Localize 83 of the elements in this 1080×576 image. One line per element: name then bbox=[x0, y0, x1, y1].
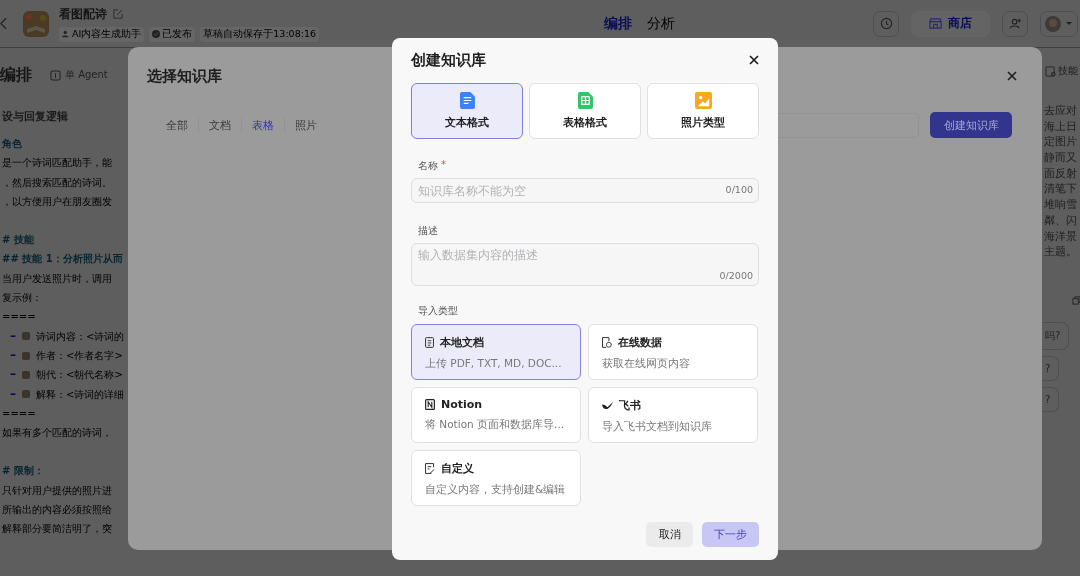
import-option[interactable]: 飞书 导入飞书文档到知识库 bbox=[588, 387, 758, 443]
filter-tab[interactable]: 全部 bbox=[166, 117, 198, 133]
import-option[interactable]: Notion 将 Notion 页面和数据库导... bbox=[411, 387, 581, 443]
store-icon bbox=[929, 17, 942, 30]
status-tag: AI内容生成助手 bbox=[59, 26, 145, 42]
prompt-line: ，然后搜索匹配的诗词。 bbox=[2, 175, 113, 190]
emoji-icon bbox=[21, 331, 31, 342]
list-marker: – bbox=[10, 385, 16, 403]
status-tag: 已发布 bbox=[149, 26, 196, 42]
field-label: 名称 bbox=[418, 159, 438, 173]
prompt-line: 朝代：<朝代名称> bbox=[36, 368, 123, 383]
app-title: 看图配诗 bbox=[59, 5, 107, 23]
avatar-menu[interactable] bbox=[1040, 10, 1078, 37]
format-option[interactable]: 文本格式 bbox=[411, 83, 523, 139]
history-icon bbox=[879, 17, 893, 30]
create-button[interactable]: 创建知识库 bbox=[930, 112, 1012, 138]
prompt-heading: # 技能 bbox=[2, 233, 35, 248]
file-icon bbox=[425, 337, 434, 348]
spreadsheet-icon bbox=[577, 92, 593, 109]
section-label: 导入类型 bbox=[417, 304, 459, 318]
emoji-icon bbox=[21, 350, 31, 361]
reply-line: 粼、闪 bbox=[1044, 212, 1078, 229]
filter-tab[interactable]: 照片 bbox=[284, 117, 327, 133]
emoji-icon bbox=[21, 389, 31, 400]
prompt-line: 复示例： bbox=[2, 291, 43, 306]
avatar-icon bbox=[1044, 14, 1074, 33]
history-button[interactable] bbox=[873, 10, 899, 37]
field-label: 描述 bbox=[418, 225, 438, 236]
format-option[interactable]: 表格格式 bbox=[529, 83, 641, 139]
import-option[interactable]: 本地文档 上传 PDF, TXT, MD, DOC... bbox=[411, 324, 581, 380]
prompt-line: ==== bbox=[2, 406, 37, 421]
add-user-button[interactable] bbox=[1002, 10, 1028, 37]
document-icon bbox=[459, 92, 475, 109]
dialog-title: 创建知识库 bbox=[411, 50, 486, 70]
prompt-line: 所输出的内容必须按照给 bbox=[2, 503, 113, 518]
close-icon[interactable] bbox=[749, 55, 759, 65]
reply-line: 海上日 bbox=[1044, 118, 1078, 135]
emoji-icon bbox=[21, 369, 31, 380]
web-file-icon bbox=[602, 337, 612, 348]
mode-tab[interactable]: 分析 bbox=[647, 14, 675, 33]
prompt-line: ，以方便用户在朋友圈发 bbox=[2, 194, 113, 209]
list-marker: – bbox=[10, 366, 16, 384]
prompt-line: 作者：<作者名字> bbox=[36, 348, 123, 363]
edit-file-icon bbox=[425, 463, 435, 474]
reply-line: 去应对 bbox=[1044, 103, 1078, 119]
char-counter: 0/2000 bbox=[719, 270, 753, 281]
prompt-line: 诗词内容：<诗词的 bbox=[36, 329, 125, 344]
add-user-icon bbox=[1008, 17, 1022, 30]
char-counter: 0/100 bbox=[725, 184, 753, 195]
list-marker: – bbox=[10, 327, 16, 345]
mode-tab[interactable]: 编排 bbox=[604, 14, 632, 33]
prompt-line: 只针对用户提供的照片进 bbox=[2, 483, 113, 498]
prompt-line: 解释：<诗词的详细 bbox=[36, 387, 125, 402]
format-option[interactable]: 照片类型 bbox=[647, 83, 759, 139]
required-mark: * bbox=[441, 159, 446, 172]
back-icon[interactable] bbox=[0, 17, 7, 30]
cancel-button[interactable]: 取消 bbox=[646, 522, 693, 547]
check-icon bbox=[152, 30, 161, 38]
section-title: 设与回复逻辑 bbox=[1, 109, 69, 124]
import-option[interactable]: 在线数据 获取在线网页内容 bbox=[588, 324, 758, 380]
prompt-heading: ## 技能 1：分析照片从而 bbox=[2, 252, 124, 267]
panel-title: 编排 bbox=[0, 64, 32, 86]
prompt-line: 如果有多个匹配的诗词， bbox=[2, 426, 113, 441]
list-marker: – bbox=[10, 346, 16, 364]
copy-icon[interactable] bbox=[1072, 296, 1080, 305]
close-icon[interactable] bbox=[1007, 71, 1017, 81]
user-icon bbox=[62, 30, 70, 38]
import-option[interactable]: 自定义 自定义内容，支持创建&编辑 bbox=[411, 450, 581, 506]
filter-tab[interactable]: 表格 bbox=[241, 117, 284, 133]
agent-icon bbox=[50, 69, 61, 81]
app-icon bbox=[23, 10, 49, 37]
filter-tab[interactable]: 文档 bbox=[198, 117, 241, 133]
status-tag: 草稿自动保存于13:08:16 bbox=[200, 26, 319, 42]
dialog-title: 选择知识库 bbox=[147, 67, 222, 86]
prompt-heading: # 限制： bbox=[2, 464, 45, 479]
skill-icon bbox=[1045, 65, 1056, 77]
image-icon bbox=[694, 92, 712, 109]
prompt-line: 解释部分要简洁明了，突 bbox=[2, 522, 113, 537]
prompt-heading: 角色 bbox=[2, 137, 23, 151]
edit-icon[interactable] bbox=[113, 9, 123, 19]
prompt-line: ==== bbox=[2, 310, 37, 325]
store-button[interactable]: 商店 bbox=[911, 10, 990, 37]
prompt-line: 当用户发送照片时，调用 bbox=[2, 271, 113, 286]
